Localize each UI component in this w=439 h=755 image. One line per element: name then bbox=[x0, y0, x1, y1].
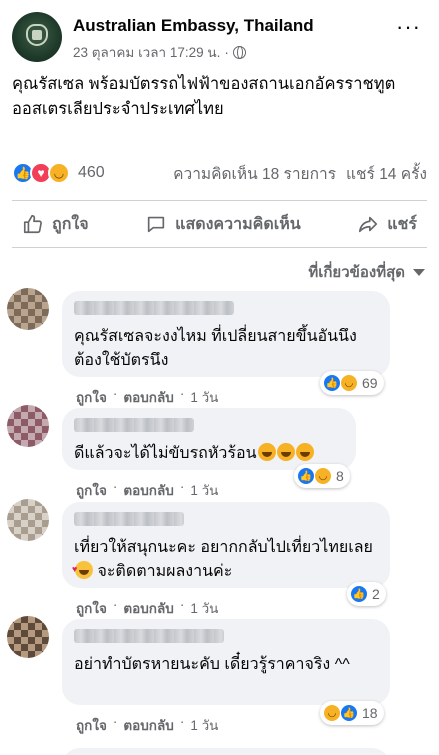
comment-text: ดีแล้วจะได้ไม่ขับรถหัวร้อน bbox=[74, 442, 344, 466]
shares-count[interactable]: แชร์ 14 ครั้ง bbox=[346, 161, 427, 186]
share-label: แชร์ bbox=[387, 215, 417, 233]
comment-like-button[interactable]: ถูกใจ bbox=[76, 714, 107, 736]
next-comment-preview bbox=[62, 748, 390, 755]
commenter-name[interactable] bbox=[74, 418, 194, 432]
comment-bubble: อย่าทำบัตรหายนะคับ เดี๋ยวรู้ราคาจริง ^^ bbox=[62, 619, 390, 705]
commenter-name[interactable] bbox=[74, 629, 224, 643]
comment-button[interactable]: แสดงความคิดเห็น bbox=[145, 212, 301, 237]
sort-label: ที่เกี่ยวข้องที่สุด bbox=[308, 264, 405, 281]
post-header: Australian Embassy, Thailand 23 ตุลาคม เ… bbox=[12, 12, 427, 62]
smiling-hearts-emoji-icon bbox=[72, 557, 93, 581]
comment-bubble: ดีแล้วจะได้ไม่ขับรถหัวร้อน bbox=[62, 408, 356, 470]
comment-time[interactable]: 1 วัน bbox=[190, 386, 218, 408]
reaction-count: 69 bbox=[362, 375, 378, 391]
post-text: คุณรัสเซล พร้อมบัตรรถไฟฟ้าของสถานเอกอัคร… bbox=[12, 75, 396, 118]
comment-reply-button[interactable]: ตอบกลับ bbox=[123, 597, 173, 619]
comment-reply-button[interactable]: ตอบกลับ bbox=[123, 479, 173, 501]
avatar[interactable] bbox=[7, 499, 49, 541]
action-bar: ถูกใจ แสดงความคิดเห็น แชร์ bbox=[12, 200, 427, 248]
crest-icon bbox=[26, 24, 48, 46]
reaction-count: 8 bbox=[336, 468, 344, 484]
comment-time[interactable]: 1 วัน bbox=[190, 714, 218, 736]
comment-reactions[interactable]: 👍 ◡ 8 bbox=[294, 464, 350, 488]
commenter-name[interactable] bbox=[74, 301, 234, 315]
meta-separator: · bbox=[224, 44, 229, 60]
more-icon[interactable]: ··· bbox=[396, 16, 421, 38]
comment-reactions[interactable]: ◡ 👍 18 bbox=[320, 701, 384, 725]
comment-time[interactable]: 1 วัน bbox=[190, 597, 218, 619]
rofl-emoji-icon bbox=[295, 443, 314, 461]
reaction-count: 18 bbox=[362, 705, 378, 721]
reaction-summary[interactable]: 👍 ♥ ◡ 460 bbox=[12, 162, 105, 184]
comment-like-button[interactable]: ถูกใจ bbox=[76, 597, 107, 619]
comment-sort-dropdown[interactable]: ที่เกี่ยวข้องที่สุด bbox=[308, 260, 425, 284]
haha-reaction-icon: ◡ bbox=[340, 374, 358, 392]
post-timestamp[interactable]: 23 ตุลาคม เวลา 17:29 น. bbox=[73, 41, 220, 63]
rofl-emoji-icon bbox=[276, 443, 295, 461]
like-button[interactable]: ถูกใจ bbox=[22, 212, 89, 237]
comment-like-button[interactable]: ถูกใจ bbox=[76, 386, 107, 408]
comment-time[interactable]: 1 วัน bbox=[190, 479, 218, 501]
haha-reaction-icon: ◡ bbox=[314, 467, 332, 485]
comment-like-button[interactable]: ถูกใจ bbox=[76, 479, 107, 501]
haha-reaction-icon: ◡ bbox=[48, 162, 70, 184]
globe-icon bbox=[232, 45, 246, 59]
share-button[interactable]: แชร์ bbox=[357, 212, 417, 237]
haha-reaction-icon: ◡ bbox=[323, 704, 341, 722]
avatar[interactable] bbox=[7, 405, 49, 447]
comment-reactions[interactable]: 👍 ◡ 69 bbox=[320, 371, 384, 395]
comment-bubble: คุณรัสเซลจะงงไหม ที่เปลี่ยนสายขึ้นอันนึง… bbox=[62, 291, 390, 377]
post-stats: 👍 ♥ ◡ 460 ความคิดเห็น 18 รายการ แชร์ 14 … bbox=[12, 160, 427, 186]
comments-count[interactable]: ความคิดเห็น 18 รายการ bbox=[173, 161, 336, 186]
comment-text: เที่ยวให้สนุกนะคะ อยากกลับไปเที่ยวไทยเลย… bbox=[72, 536, 378, 584]
avatar[interactable] bbox=[7, 288, 49, 330]
caret-down-icon bbox=[413, 268, 425, 276]
share-icon bbox=[359, 216, 378, 233]
comment-label: แสดงความคิดเห็น bbox=[175, 215, 301, 233]
comment-text: อย่าทำบัตรหายนะคับ เดี๋ยวรู้ราคาจริง ^^ bbox=[74, 656, 350, 673]
reaction-count: 2 bbox=[372, 586, 380, 602]
comment-reply-button[interactable]: ตอบกลับ bbox=[123, 714, 173, 736]
comment-bubble: เที่ยวให้สนุกนะคะ อยากกลับไปเที่ยวไทยเลย… bbox=[62, 502, 390, 588]
page-name[interactable]: Australian Embassy, Thailand bbox=[73, 16, 314, 36]
rofl-emoji-icon bbox=[257, 443, 276, 461]
comment-text: คุณรัสเซลจะงงไหม ที่เปลี่ยนสายขึ้นอันนึง… bbox=[74, 328, 357, 369]
comment-icon bbox=[147, 216, 165, 233]
like-reaction-icon: 👍 bbox=[350, 585, 368, 603]
post-meta: 23 ตุลาคม เวลา 17:29 น. · bbox=[73, 41, 246, 63]
like-label: ถูกใจ bbox=[52, 215, 89, 233]
like-reaction-icon: 👍 bbox=[340, 704, 358, 722]
reaction-count: 460 bbox=[78, 164, 105, 181]
like-reaction-icon: 👍 bbox=[297, 467, 315, 485]
avatar[interactable] bbox=[7, 616, 49, 658]
like-reaction-icon: 👍 bbox=[323, 374, 341, 392]
commenter-name[interactable] bbox=[74, 512, 184, 526]
comment-reactions[interactable]: 👍 2 bbox=[347, 582, 386, 606]
comment-reply-button[interactable]: ตอบกลับ bbox=[123, 386, 173, 408]
page-avatar[interactable] bbox=[12, 12, 62, 62]
like-icon bbox=[23, 214, 42, 234]
